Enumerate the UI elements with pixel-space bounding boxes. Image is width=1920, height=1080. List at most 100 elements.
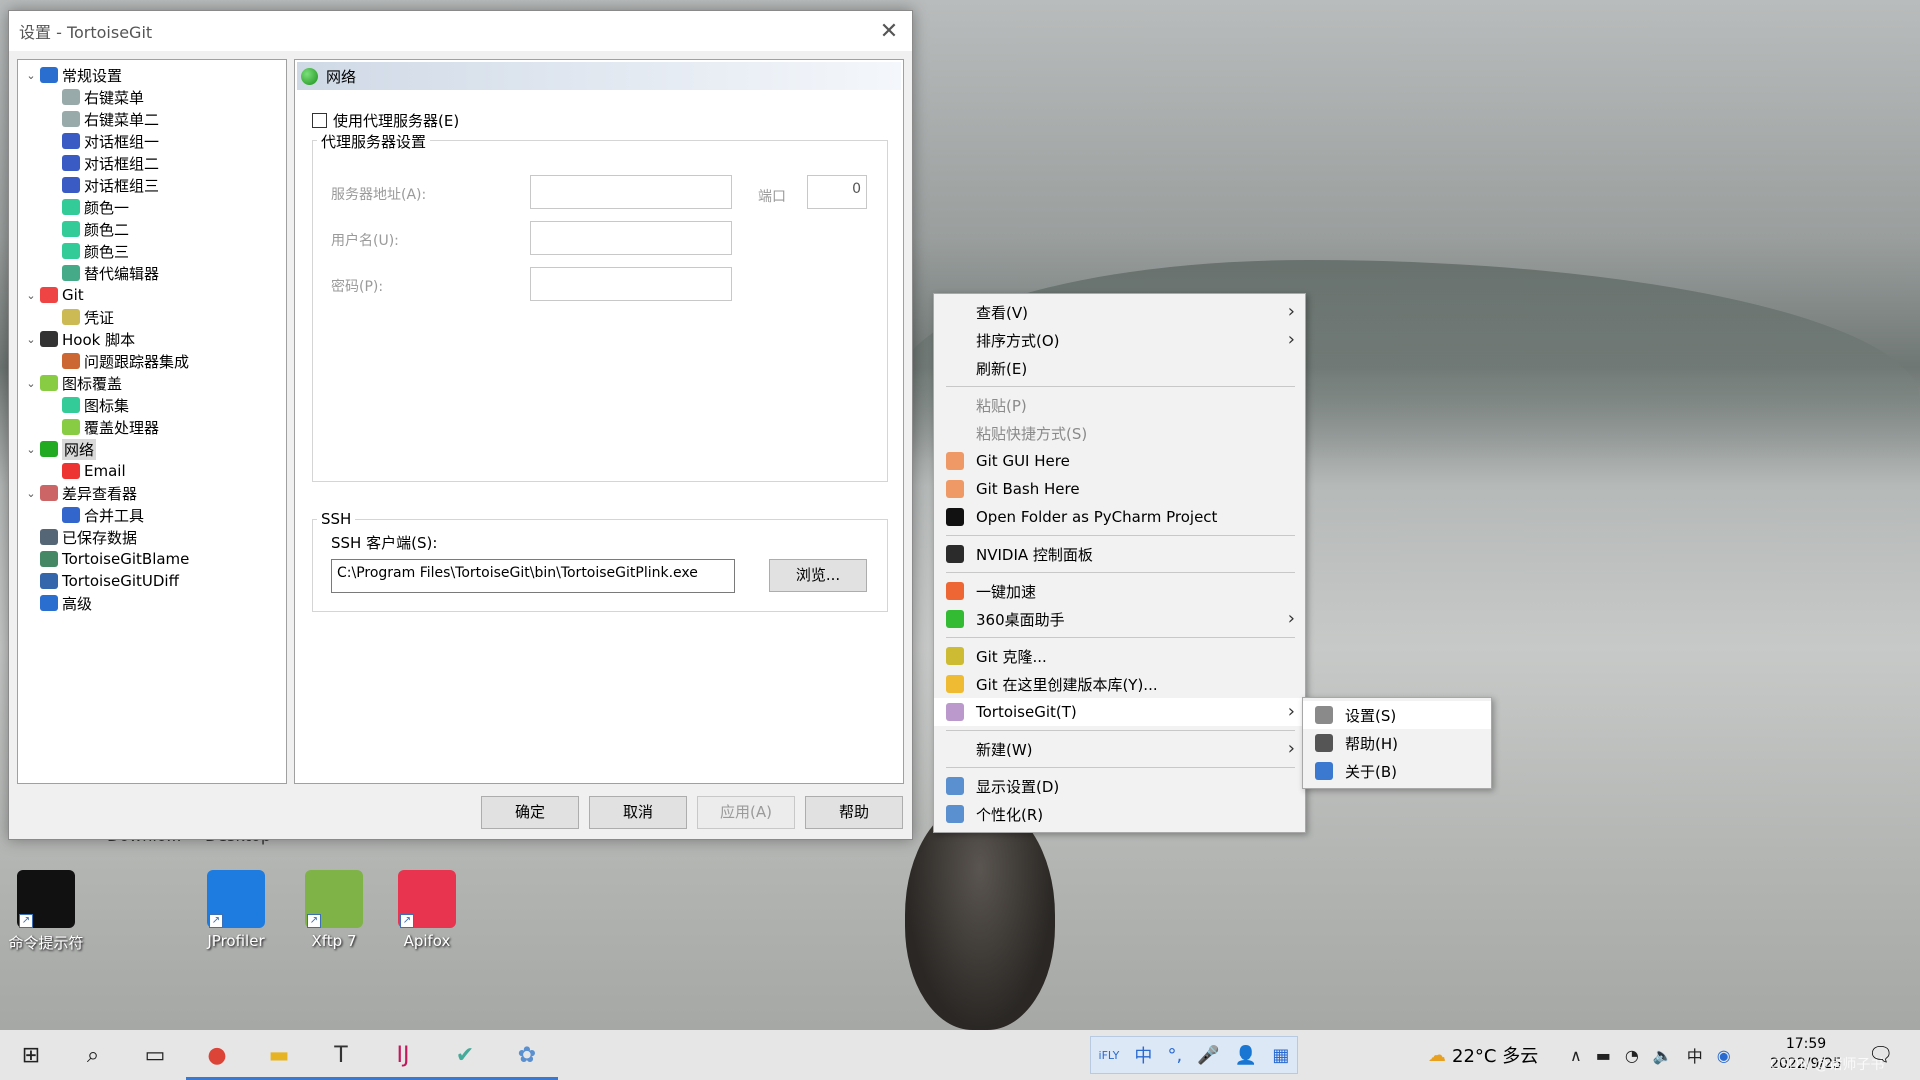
tree-item[interactable]: TortoiseGitUDiff (18, 570, 286, 592)
ime-mode-icon[interactable]: 中 (1687, 1043, 1703, 1067)
menu-item[interactable]: 排序方式(O) › (934, 326, 1305, 354)
tree-item[interactable]: 凭证 (18, 306, 286, 328)
microphone-icon[interactable]: 🎤 (1197, 1045, 1219, 1066)
start-icon[interactable]: ⊞ (0, 1030, 62, 1080)
windows-icon (62, 177, 80, 193)
chevron-down-icon[interactable]: ⌄ (24, 69, 38, 82)
apply-button[interactable]: 应用(A) (697, 796, 795, 829)
menu-item[interactable]: Git Bash Here (934, 475, 1305, 503)
grid-icon[interactable]: ▦ (1272, 1045, 1289, 1066)
menu-item[interactable]: TortoiseGit(T) › (934, 698, 1305, 726)
tree-item[interactable]: 合并工具 (18, 504, 286, 526)
help-button[interactable]: 帮助 (805, 796, 903, 829)
tree-item[interactable]: 替代编辑器 (18, 262, 286, 284)
menu-item[interactable]: 查看(V) › (934, 298, 1305, 326)
pycharm-icon (946, 508, 964, 526)
menu-item[interactable]: Git 在这里创建版本库(Y)... (934, 670, 1305, 698)
tree-item[interactable]: 对话框组三 (18, 174, 286, 196)
chevron-down-icon[interactable]: ⌄ (24, 333, 38, 346)
tree-item[interactable]: 颜色一 (18, 196, 286, 218)
personalize-icon (946, 805, 964, 823)
tree-item[interactable]: ⌄ 常规设置 (18, 64, 286, 86)
tree-item[interactable]: 颜色二 (18, 218, 286, 240)
menu-item[interactable]: Git 克隆... (934, 642, 1305, 670)
user-icon[interactable]: 👤 (1235, 1045, 1257, 1066)
tree-item[interactable]: ⌄ 图标覆盖 (18, 372, 286, 394)
menu-item[interactable]: Git GUI Here (934, 447, 1305, 475)
server-input[interactable] (530, 175, 732, 209)
ssh-client-label: SSH 客户端(S): (331, 534, 438, 552)
tree-item[interactable]: 右键菜单 (18, 86, 286, 108)
desktop-icon[interactable]: ↗ Xftp 7 (290, 870, 378, 950)
tree-item[interactable]: 已保存数据 (18, 526, 286, 548)
tree-item[interactable]: 覆盖处理器 (18, 416, 286, 438)
chevron-up-icon[interactable]: ∧ (1570, 1046, 1582, 1065)
close-icon[interactable]: ✕ (866, 19, 912, 44)
search-icon[interactable]: ⌕ (62, 1030, 124, 1080)
desktop-icon[interactable]: ↗ JProfiler (192, 870, 280, 950)
password-input[interactable] (530, 267, 732, 301)
chevron-down-icon[interactable]: ⌄ (24, 377, 38, 390)
tree-item[interactable]: ⌄ Hook 脚本 (18, 328, 286, 350)
punctuation-icon[interactable]: °, (1168, 1045, 1183, 1066)
use-proxy-checkbox[interactable]: 使用代理服务器(E) (312, 110, 459, 131)
desktop-icon[interactable]: ↗ 命令提示符 (2, 870, 90, 953)
file-explorer-icon[interactable]: ▬ (248, 1030, 310, 1080)
menu-item[interactable]: 设置(S) (1303, 701, 1491, 729)
network-icon[interactable]: ◔ (1625, 1046, 1639, 1065)
menu-item[interactable]: 一键加速 (934, 577, 1305, 605)
tree-item[interactable]: 问题跟踪器集成 (18, 350, 286, 372)
browse-button[interactable]: 浏览... (769, 559, 867, 592)
intellij-icon[interactable]: IJ (372, 1030, 434, 1080)
menu-item[interactable]: 360桌面助手 › (934, 605, 1305, 633)
menu-item[interactable]: 粘贴(P) (934, 391, 1305, 419)
chevron-down-icon[interactable]: ⌄ (24, 289, 38, 302)
chinese-mode-icon[interactable]: 中 (1134, 1042, 1152, 1068)
tree-item[interactable]: 高级 (18, 592, 286, 614)
tree-item-label: 颜色二 (84, 220, 130, 239)
tree-item[interactable]: 颜色三 (18, 240, 286, 262)
ifly-icon[interactable]: ◉ (1717, 1046, 1731, 1065)
menu-item[interactable]: 刷新(E) (934, 354, 1305, 382)
menu-item[interactable]: Open Folder as PyCharm Project (934, 503, 1305, 531)
menu-item[interactable]: 帮助(H) (1303, 729, 1491, 757)
menu-item[interactable]: 显示设置(D) (934, 772, 1305, 800)
port-input[interactable]: 0 (807, 175, 867, 209)
tree-item[interactable]: 右键菜单二 (18, 108, 286, 130)
tortoisegit-icon[interactable]: ✿ (496, 1030, 558, 1080)
git-create-repo-icon (946, 675, 964, 693)
weather-widget[interactable]: ☁ 22°C 多云 (1428, 1030, 1538, 1080)
username-input[interactable] (530, 221, 732, 255)
tree-item[interactable]: ⌄ Git (18, 284, 286, 306)
tortoisegit-settings-icon[interactable]: ✔ (434, 1030, 496, 1080)
menu-item[interactable]: 关于(B) (1303, 757, 1491, 785)
tree-item[interactable]: Email (18, 460, 286, 482)
tree-item[interactable]: ⌄ 网络 (18, 438, 286, 460)
notification-icon[interactable]: 🗨 (1868, 1042, 1893, 1066)
chrome-icon[interactable]: ● (186, 1030, 248, 1080)
ssh-client-input[interactable]: C:\Program Files\TortoiseGit\bin\Tortois… (331, 559, 735, 593)
volume-icon[interactable]: 🔈 (1653, 1046, 1673, 1065)
battery-icon[interactable]: ▬ (1596, 1046, 1611, 1065)
tree-item[interactable]: 图标集 (18, 394, 286, 416)
desktop-icon[interactable]: ↗ Apifox (383, 870, 471, 950)
tree-item[interactable]: TortoiseGitBlame (18, 548, 286, 570)
menu-item[interactable]: 粘贴快捷方式(S) (934, 419, 1305, 447)
checkbox-box[interactable] (312, 113, 327, 128)
menu-item-label: Git GUI Here (976, 452, 1070, 470)
chevron-down-icon[interactable]: ⌄ (24, 487, 38, 500)
settings-tree[interactable]: ⌄ 常规设置 右键菜单 右键菜单二 对话框组一 对话框组二 对话框组三 颜色一颜色二 颜色三 替代… (17, 59, 287, 784)
tree-item[interactable]: 对话框组一 (18, 130, 286, 152)
ok-button[interactable]: 确定 (481, 796, 579, 829)
menu-item[interactable]: 新建(W) › (934, 735, 1305, 763)
tree-item[interactable]: 对话框组二 (18, 152, 286, 174)
chevron-right-icon: › (1287, 329, 1295, 350)
typora-icon[interactable]: T (310, 1030, 372, 1080)
chevron-down-icon[interactable]: ⌄ (24, 443, 38, 456)
cancel-button[interactable]: 取消 (589, 796, 687, 829)
tree-item[interactable]: ⌄ 差异查看器 (18, 482, 286, 504)
ifly-logo-icon[interactable]: iFLY (1099, 1049, 1120, 1062)
task-view-icon[interactable]: ▭ (124, 1030, 186, 1080)
menu-item[interactable]: NVIDIA 控制面板 (934, 540, 1305, 568)
menu-item[interactable]: 个性化(R) (934, 800, 1305, 828)
